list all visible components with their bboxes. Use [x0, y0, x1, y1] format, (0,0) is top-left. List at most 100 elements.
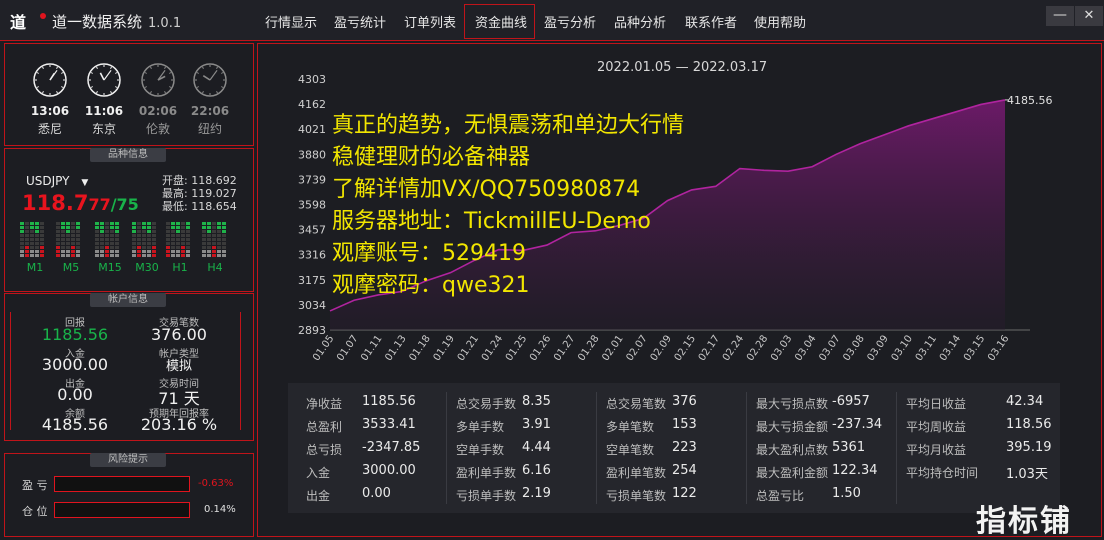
stat-label: 平均周收益	[906, 420, 967, 434]
app-name: 道一数据系统	[52, 13, 143, 31]
y-tick-label: 3457	[298, 224, 326, 237]
x-tick-label: 03.04	[793, 333, 818, 363]
clock-city: 东京	[91, 122, 116, 136]
close-button[interactable]: ✕	[1075, 6, 1103, 26]
signal-bars-icon	[202, 222, 226, 257]
app-version: 1.0.1	[148, 16, 182, 31]
price-display: 118.777/75	[22, 191, 139, 215]
x-tick-label: 03.08	[841, 333, 866, 363]
stat-label: 多单手数	[456, 420, 505, 434]
stat-label: 最大盈利金额	[756, 466, 829, 480]
stat-label: 总盈利	[306, 420, 343, 434]
stat-label: 入金	[306, 466, 331, 480]
divider-right	[240, 312, 241, 430]
stat-label: 最大亏损点数	[756, 397, 829, 411]
stat-value: 2.19	[522, 486, 551, 501]
y-tick-label: 3175	[298, 274, 326, 287]
tab-market[interactable]: 行情显示	[265, 12, 317, 31]
pl-risk-bar	[54, 476, 190, 492]
overlay-line-3: 了解详情加VX/QQ750980874	[332, 177, 641, 202]
signal-bars-icon	[95, 222, 119, 257]
pl-label: 盈 亏	[22, 479, 48, 492]
tf-h1[interactable]: H1	[165, 261, 195, 274]
stats-column-divider	[896, 392, 897, 504]
stat-label: 平均月收益	[906, 443, 967, 457]
tab-equity-curve[interactable]: 资金曲线	[475, 12, 527, 31]
x-tick-label: 01.05	[311, 333, 336, 363]
minimize-button[interactable]: —	[1046, 6, 1074, 26]
divider-left	[10, 312, 11, 430]
y-tick-label: 4162	[298, 98, 326, 111]
overlay-line-4: 服务器地址：TickmillEU-Demo	[332, 209, 651, 234]
stat-value: -6957	[832, 394, 870, 409]
x-tick-label: 03.14	[938, 333, 963, 363]
app-title: 道一数据系统 1.0.1	[52, 11, 181, 32]
signal-bars-icon	[132, 222, 156, 257]
pl-risk-value: -0.63%	[198, 478, 234, 489]
tab-pl-analysis[interactable]: 盈亏分析	[544, 12, 596, 31]
tab-orders[interactable]: 订单列表	[404, 12, 456, 31]
stat-label: 盈利单笔数	[606, 466, 667, 480]
tf-m5[interactable]: M5	[56, 261, 86, 274]
stat-value: 3000.00	[362, 463, 416, 478]
x-tick-label: 03.03	[769, 333, 794, 363]
x-tick-label: 01.18	[407, 333, 432, 363]
stat-value: 118.56	[1006, 417, 1052, 432]
tab-contact[interactable]: 联系作者	[685, 12, 737, 31]
tf-h4[interactable]: H4	[200, 261, 230, 274]
y-tick-label: 3316	[298, 249, 326, 262]
y-tick-label: 4021	[298, 123, 326, 136]
x-tick-label: 03.07	[817, 333, 842, 363]
overlay-line-6: 观摩密码：qwe321	[332, 273, 530, 298]
stat-label: 出金	[306, 489, 331, 503]
x-tick-label: 02.09	[649, 333, 674, 363]
x-tick-label: 01.21	[456, 333, 481, 363]
price-main: 118.7	[22, 191, 89, 215]
overlay-line-5: 观摩账号：529419	[332, 241, 526, 266]
profit-value: 1185.56	[41, 325, 109, 344]
symbol-info-heading: 品种信息	[90, 148, 166, 162]
y-tick-label: 3880	[298, 148, 326, 161]
x-tick-label: 02.07	[624, 333, 649, 363]
y-tick-label: 3739	[298, 173, 326, 186]
stat-label: 最大亏损金额	[756, 420, 829, 434]
stat-value: 1.03天	[1006, 467, 1048, 482]
clock-faces	[33, 63, 227, 97]
clock-icon	[141, 63, 175, 97]
stat-value: 1.50	[832, 486, 861, 501]
clock-time: 02:06	[138, 104, 178, 118]
stats-column-divider	[446, 392, 447, 504]
symbol-selector[interactable]: USDJPY ▼	[26, 174, 88, 188]
stat-label: 盈利单手数	[456, 466, 517, 480]
stat-label: 空单手数	[456, 443, 505, 457]
signal-bars-icon	[20, 222, 44, 257]
price-spread: 75	[116, 195, 139, 214]
tab-help[interactable]: 使用帮助	[754, 12, 806, 31]
stat-value: 3.91	[522, 417, 551, 432]
clock-icon	[87, 63, 121, 97]
stat-value: 4.44	[522, 440, 551, 455]
x-tick-label: 02.15	[673, 333, 698, 363]
signal-bars-icon	[166, 222, 190, 257]
tf-m15[interactable]: M15	[95, 261, 125, 274]
stat-label: 亏损单手数	[456, 489, 517, 503]
tf-m30[interactable]: M30	[132, 261, 162, 274]
symbol-name: USDJPY	[26, 174, 70, 188]
stat-value: 3533.41	[362, 417, 416, 432]
stat-label: 总交易笔数	[606, 397, 667, 411]
stat-value: 1185.56	[362, 394, 416, 409]
x-tick-label: 03.15	[962, 333, 987, 363]
stat-value: 5361	[832, 440, 866, 455]
stat-value: 0.00	[362, 486, 391, 501]
tab-symbol-analysis[interactable]: 品种分析	[614, 12, 666, 31]
stat-value: -237.34	[832, 417, 883, 432]
tf-m1[interactable]: M1	[20, 261, 50, 274]
x-tick-label: 01.13	[383, 333, 408, 363]
stat-value: 153	[672, 417, 697, 432]
stat-label: 净收益	[306, 397, 343, 411]
x-tick-label: 01.07	[335, 333, 360, 363]
tab-pl-stats[interactable]: 盈亏统计	[334, 12, 386, 31]
chevron-down-icon: ▼	[81, 178, 89, 188]
stat-value: 254	[672, 463, 697, 478]
watermark-logo: 指标铺	[976, 504, 1072, 539]
